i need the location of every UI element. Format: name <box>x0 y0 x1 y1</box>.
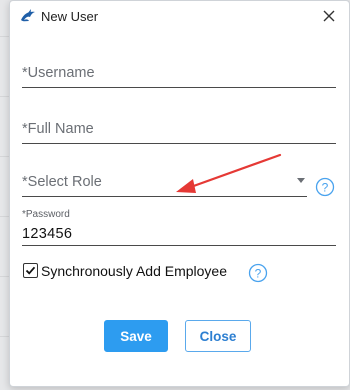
svg-text:?: ? <box>255 267 262 281</box>
dialog-titlebar: New User <box>10 1 349 32</box>
username-underline <box>22 87 336 88</box>
close-button[interactable]: Close <box>185 320 251 352</box>
new-user-dialog: New User *Username *Full Name *Select Ro… <box>9 0 350 387</box>
checkmark-icon <box>25 266 36 275</box>
save-button[interactable]: Save <box>104 320 168 352</box>
dialog-title: New User <box>41 9 99 24</box>
svg-text:?: ? <box>322 181 329 195</box>
password-underline <box>22 245 336 246</box>
fullname-placeholder: *Full Name <box>22 121 94 137</box>
annotation-arrow-icon <box>176 153 282 193</box>
username-placeholder: *Username <box>22 65 95 81</box>
password-label: *Password <box>22 209 70 220</box>
sync-employee-checkbox[interactable] <box>23 263 38 278</box>
bird-logo-icon <box>21 9 35 22</box>
close-icon[interactable] <box>319 6 339 26</box>
sync-employee-label[interactable]: Synchronously Add Employee <box>41 263 227 279</box>
role-placeholder: *Select Role <box>22 174 102 190</box>
role-help-question-icon[interactable]: ? <box>315 177 335 197</box>
password-value[interactable]: 123456 <box>22 226 72 242</box>
sync-help-question-icon[interactable]: ? <box>248 263 268 283</box>
fullname-underline <box>22 143 336 144</box>
